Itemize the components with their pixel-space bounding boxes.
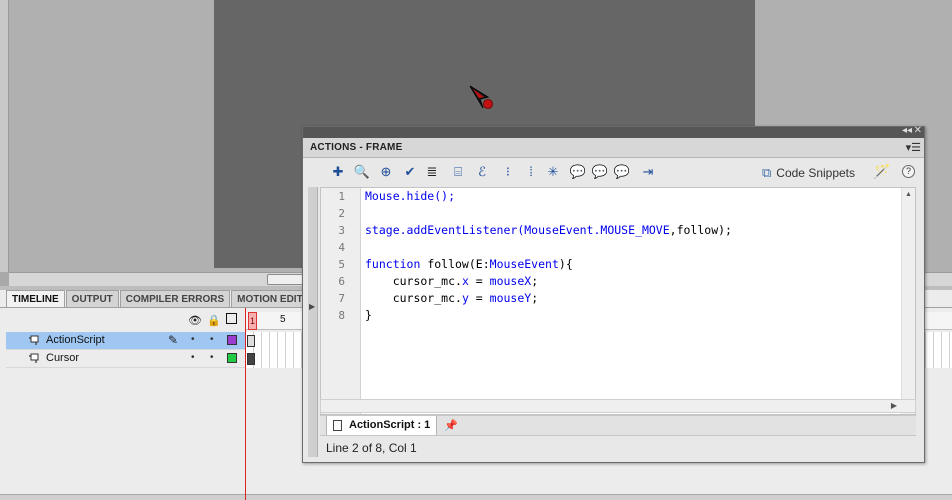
code-token: MouseEvent: [489, 257, 559, 271]
line-number: 4: [338, 241, 345, 254]
left-panel-edge: [0, 0, 9, 272]
show-hide-toolbox-icon[interactable]: ⇥: [639, 163, 657, 181]
expand-all-icon[interactable]: ✳: [544, 163, 562, 181]
actions-panel: ◂◂ ✕ ACTIONS - FRAME ▾☰ ✚ 🔍 ⊕ ✔ ≣ ⌸ ℰ ⁝ …: [302, 125, 925, 463]
line-number: 6: [338, 275, 345, 288]
find-icon[interactable]: 🔍: [353, 163, 371, 181]
code-token: ){: [558, 257, 573, 271]
editor-horizontal-scrollbar[interactable]: ▶: [320, 399, 916, 413]
script-file-icon: [333, 420, 342, 431]
add-statement-icon[interactable]: ✚: [329, 163, 347, 181]
layer-color-swatch[interactable]: [227, 353, 237, 363]
code-token: y: [461, 291, 469, 305]
code-token: cursor_mc.: [365, 291, 462, 305]
code-line-8[interactable]: }: [365, 308, 372, 322]
cursor-position-status: Line 2 of 8, Col 1: [326, 441, 417, 455]
line-number: 3: [338, 224, 345, 237]
code-token: stage.addEventListener(: [365, 223, 525, 237]
code-token: function: [365, 257, 421, 271]
script-tab-label: ActionScript : 1: [349, 419, 431, 431]
snippets-icon: ⧉: [762, 165, 772, 180]
layer-color-swatch[interactable]: [227, 335, 237, 345]
layer-name[interactable]: ActionScript: [46, 334, 105, 346]
code-token: MouseEvent.MOUSE_MOVE: [524, 223, 670, 237]
line-number-gutter: 1 2 3 4 5 6 7 8: [321, 188, 361, 414]
custom-cursor-graphic[interactable]: [468, 83, 500, 115]
code-token: ,follow);: [669, 223, 732, 237]
pin-script-icon[interactable]: 📌: [444, 419, 458, 432]
visibility-dot[interactable]: •: [191, 334, 195, 345]
script-tab-bar: ActionScript : 1 📌: [320, 415, 916, 436]
expand-arrow-icon[interactable]: ▶: [309, 302, 315, 311]
code-token: mouseX: [489, 274, 532, 288]
code-token: cursor_mc.: [365, 274, 462, 288]
scroll-right-arrow-icon[interactable]: ▶: [891, 401, 897, 410]
code-line-3[interactable]: stage.addEventListener(MouseEvent.MOUSE_…: [365, 223, 732, 237]
code-token: ;: [531, 291, 539, 305]
auto-format-icon[interactable]: ≣: [423, 163, 441, 181]
collapse-between-braces-icon[interactable]: ⁝: [499, 163, 517, 181]
code-token: =: [468, 274, 490, 288]
layer-name[interactable]: Cursor: [46, 352, 79, 364]
tab-compiler-errors[interactable]: COMPILER ERRORS: [119, 290, 231, 308]
code-token: mouseY: [489, 291, 532, 305]
code-line-1[interactable]: Mouse.hide();: [365, 189, 455, 203]
code-hint-icon[interactable]: ⌸: [449, 163, 467, 181]
code-line-5[interactable]: function follow(E:MouseEvent){: [365, 257, 573, 271]
keyframe[interactable]: [247, 335, 255, 347]
tab-timeline[interactable]: TIMELINE: [6, 290, 65, 308]
line-number: 7: [338, 292, 345, 305]
playhead-line: [245, 308, 246, 500]
code-line-7[interactable]: cursor_mc.y = mouseY;: [365, 291, 538, 305]
line-number: 2: [338, 207, 345, 220]
outline-icon[interactable]: [226, 313, 237, 324]
collapse-selection-icon[interactable]: ⁞: [522, 163, 540, 181]
panel-titlebar[interactable]: ACTIONS - FRAME ▾☰: [303, 138, 924, 158]
code-token: =: [468, 291, 490, 305]
close-icon[interactable]: ✕: [914, 125, 922, 136]
keyframe[interactable]: [247, 353, 255, 365]
collapse-icon[interactable]: ◂◂: [902, 125, 912, 136]
help-icon[interactable]: ?: [902, 165, 915, 178]
code-snippets-button[interactable]: ⧉ Code Snippets: [762, 165, 855, 181]
line-number: 5: [338, 258, 345, 271]
script-editor[interactable]: 1 2 3 4 5 6 7 8 Mouse.hide(); stage.addE…: [320, 187, 916, 415]
layer-icon: [29, 353, 39, 363]
timeline-tab-bar: TIMELINE OUTPUT COMPILER ERRORS MOTION E…: [6, 290, 317, 308]
lock-icon[interactable]: 🔒: [207, 314, 221, 327]
status-divider: [320, 435, 916, 436]
pencil-icon: ✎: [168, 333, 179, 347]
apply-block-comment-icon[interactable]: 💬: [569, 163, 587, 181]
scroll-up-arrow-icon[interactable]: ▲: [905, 191, 912, 198]
lock-dot[interactable]: •: [210, 352, 214, 363]
script-tab-actionscript[interactable]: ActionScript : 1: [326, 416, 438, 436]
editor-vertical-scrollbar[interactable]: ▲ ▼: [901, 188, 915, 414]
layer-icon: [29, 335, 39, 345]
debug-options-icon[interactable]: ℰ: [473, 163, 491, 181]
wizard-icon[interactable]: 🪄: [873, 163, 890, 180]
code-token: follow(E:: [420, 257, 490, 271]
eye-icon[interactable]: 👁: [188, 314, 202, 327]
code-token: ;: [531, 274, 539, 288]
line-number: 8: [338, 309, 345, 322]
timeline-footer: [0, 494, 952, 500]
panel-title: ACTIONS - FRAME: [310, 142, 403, 153]
tab-output[interactable]: OUTPUT: [65, 290, 119, 308]
playhead-handle[interactable]: 1: [248, 312, 257, 330]
line-number: 1: [338, 190, 345, 203]
panel-menu-icon[interactable]: ▾☰: [906, 141, 921, 154]
actions-toolbar: ✚ 🔍 ⊕ ✔ ≣ ⌸ ℰ ⁝ ⁞ ✳ 💬 💬 💬 ⇥ ⧉ Code Snipp…: [303, 159, 924, 185]
apply-line-comment-icon[interactable]: 💬: [591, 163, 609, 181]
code-token: x: [461, 274, 469, 288]
remove-comment-icon[interactable]: 💬: [613, 163, 631, 181]
panel-drag-bar[interactable]: ◂◂ ✕: [303, 125, 924, 138]
frame-number-label: 5: [280, 314, 286, 325]
code-snippets-label: Code Snippets: [776, 166, 856, 180]
target-icon[interactable]: ⊕: [377, 163, 395, 181]
lock-dot[interactable]: •: [210, 334, 214, 345]
code-line-6[interactable]: cursor_mc.x = mouseX;: [365, 274, 538, 288]
visibility-dot[interactable]: •: [191, 352, 195, 363]
toolbox-collapse-strip[interactable]: ▶: [308, 187, 318, 457]
check-syntax-icon[interactable]: ✔: [401, 163, 419, 181]
